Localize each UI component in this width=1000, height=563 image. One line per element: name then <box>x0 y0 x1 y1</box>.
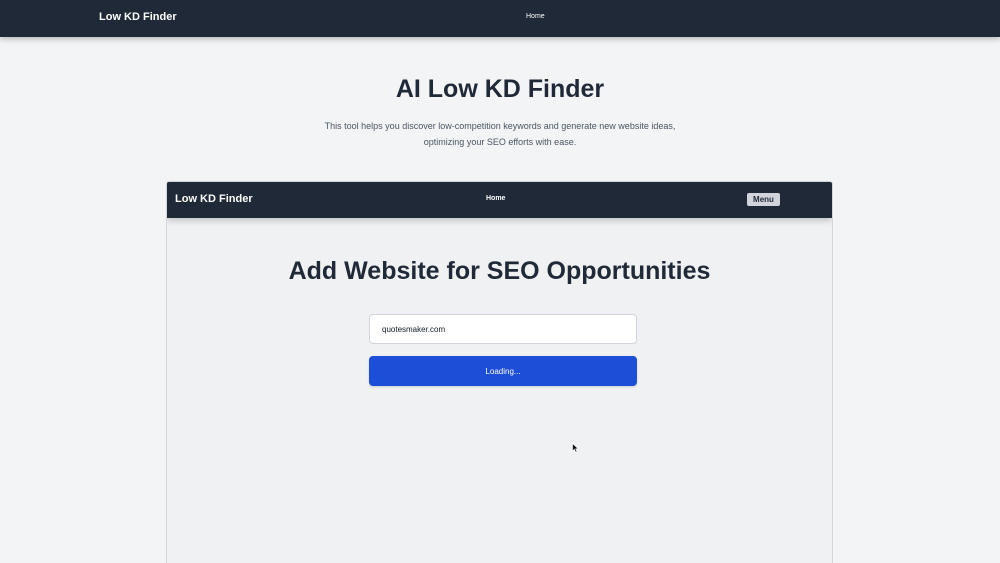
mouse-pointer-icon <box>572 443 580 453</box>
menu-button[interactable]: Menu <box>747 193 780 206</box>
embedded-app-frame: Low KD Finder Home Menu Add Website for … <box>166 181 833 563</box>
website-url-input[interactable] <box>369 314 637 344</box>
nav-link-home[interactable]: Home <box>526 13 545 20</box>
brand-logo-text[interactable]: Low KD Finder <box>99 11 177 23</box>
embedded-navbar: Low KD Finder Home Menu <box>167 182 832 218</box>
embedded-brand-text[interactable]: Low KD Finder <box>175 193 253 205</box>
form-title: Add Website for SEO Opportunities <box>288 257 711 285</box>
submit-loading-button[interactable]: Loading... <box>369 356 637 386</box>
top-navbar: Low KD Finder Home <box>0 0 1000 37</box>
page-title: AI Low KD Finder <box>395 75 605 103</box>
embedded-nav-link-home[interactable]: Home <box>486 195 505 202</box>
page-description: This tool helps you discover low-competi… <box>324 121 676 147</box>
